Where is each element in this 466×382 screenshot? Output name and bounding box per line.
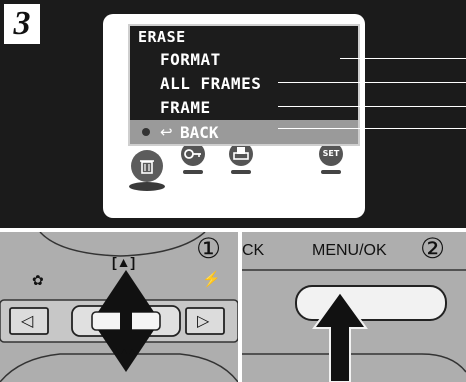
print-underline [231,170,251,174]
top-symbol: [▲] [112,254,136,270]
callout-line-all-frames [278,82,466,83]
menu-item-all-frames[interactable]: ALL FRAMES [160,74,261,93]
trash-underline [129,182,165,191]
menu-item-frame[interactable]: FRAME [160,98,211,117]
set-icon-label: SET [322,149,340,158]
step-number: 3 [13,5,31,42]
partial-label: CK [242,242,265,259]
callout-line-format [340,58,466,59]
trash-glyph [140,160,154,174]
callout-line-frame [278,106,466,107]
callout-two: ② [420,233,446,264]
right-arrow-icon[interactable]: ▷ [197,311,209,331]
menu-item-back[interactable]: ↩ BACK [130,120,358,144]
back-label: BACK [180,123,219,142]
lcd-screen-panel: 3 SET ERASE FORMAT ALL FRAMES FRAME ↩ BA… [0,0,466,228]
menu-ok-button[interactable] [296,286,446,320]
camera-menu-ok-panel: CK MENU/OK ② [242,232,466,382]
flash-symbol: ⚡ [202,271,221,288]
key-underline [183,170,203,174]
camera-dpad-panel: ✿ [▲] ⚡ ◁ ▷ ▲▲▲ ① [0,232,238,382]
macro-symbol: ✿ [32,272,44,288]
bottom-symbol: ▲▲▲ [112,346,137,356]
menu-ok-label: MENU/OK [312,242,387,259]
step-badge: 3 [4,4,40,44]
callout-one: ① [196,233,222,264]
trash-icon[interactable] [131,150,163,182]
menu-title: ERASE [138,28,186,46]
set-underline [321,170,341,174]
menu-item-format[interactable]: FORMAT [160,50,221,69]
callout-line-back [278,128,466,129]
back-arrow-icon: ↩ [160,123,173,141]
left-arrow-icon[interactable]: ◁ [21,311,33,331]
manual-illustration: 3 SET ERASE FORMAT ALL FRAMES FRAME ↩ BA… [0,0,466,382]
selection-dot [142,128,150,136]
